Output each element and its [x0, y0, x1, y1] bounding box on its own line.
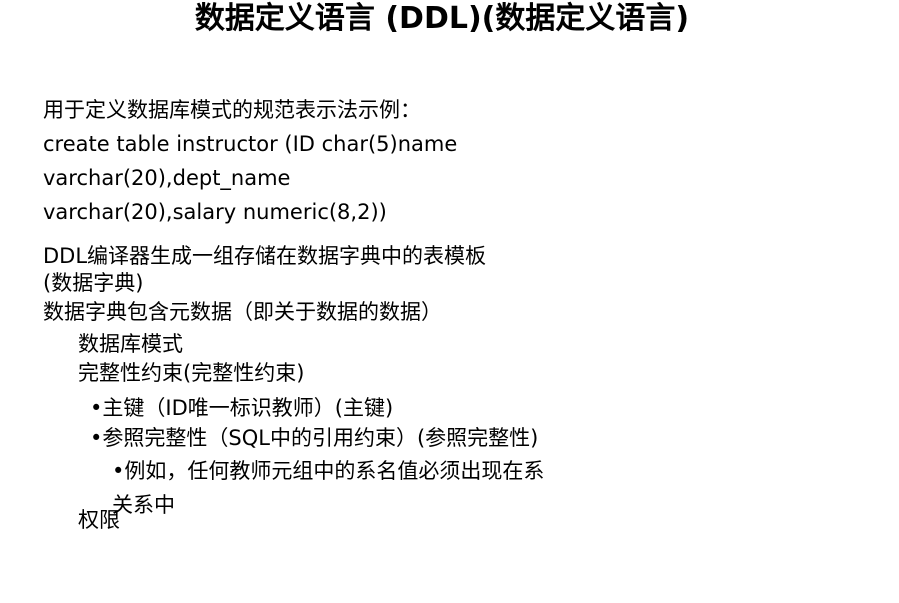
dictionary-item-schema: 数据库模式 — [78, 332, 183, 356]
example-line-2: 关系中 — [112, 493, 175, 517]
intro-text: 用于定义数据库模式的规范表示法示例： — [43, 98, 421, 122]
constraint-referential: •参照完整性（SQL中的引用约束）(参照完整性) — [90, 426, 539, 450]
compiler-text-line-2: (数据字典) — [43, 271, 144, 295]
code-line-3: varchar(20),salary numeric(8,2)) — [43, 200, 387, 224]
slide-title: 数据定义语言 (DDL)(数据定义语言) — [194, 1, 690, 36]
dictionary-item-integrity: 完整性约束(完整性约束) — [78, 361, 305, 385]
dictionary-heading: 数据字典包含元数据（即关于数据的数据） — [43, 300, 442, 324]
compiler-text-line-1: DDL编译器生成一组存储在数据字典中的表模板 — [43, 244, 487, 268]
code-line-2: varchar(20),dept_name — [43, 166, 291, 190]
slide: 数据定义语言 (DDL)(数据定义语言) 用于定义数据库模式的规范表示法示例： … — [0, 0, 899, 603]
dictionary-item-permissions: 权限 — [78, 508, 120, 532]
constraint-primary-key: •主键（ID唯一标识教师）(主键) — [90, 396, 394, 420]
example-line-1: •例如，任何教师元组中的系名值必须出现在系 — [112, 459, 545, 483]
code-line-1: create table instructor (ID char(5)name — [43, 132, 458, 156]
